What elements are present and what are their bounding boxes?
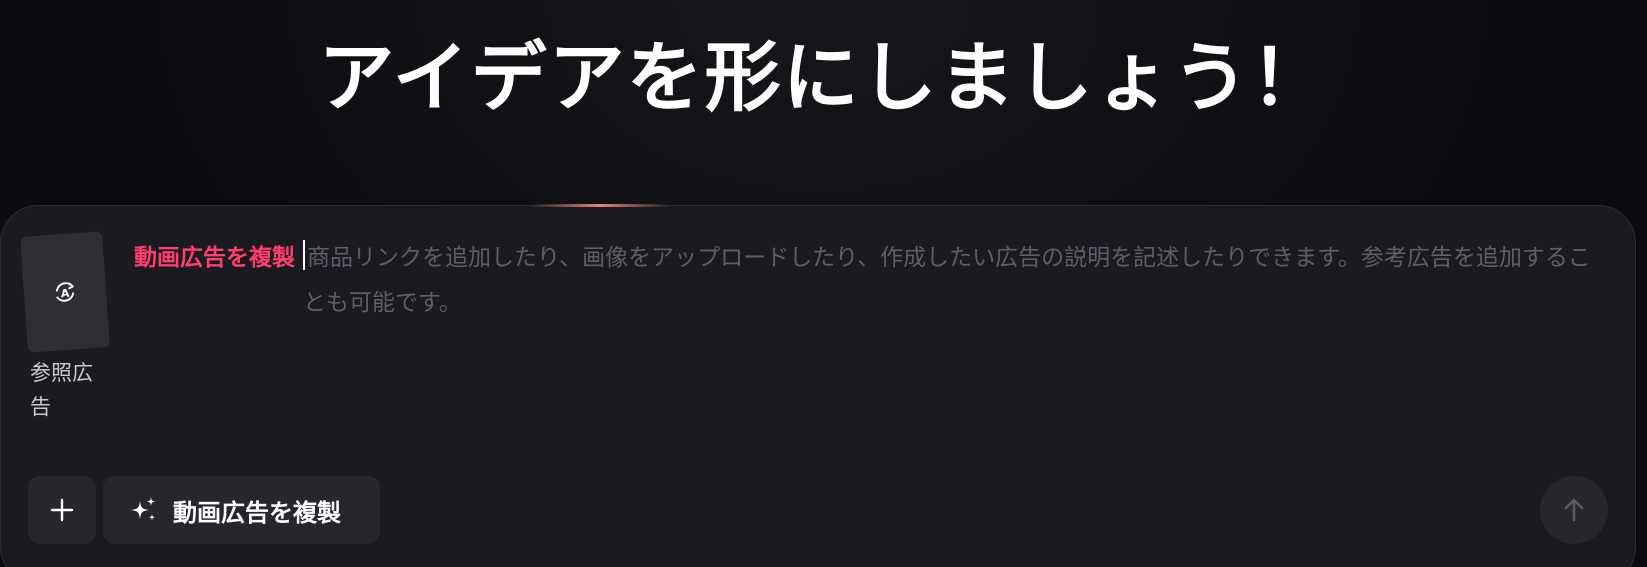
ai-refresh-icon: A xyxy=(55,282,75,302)
plus-icon xyxy=(50,498,74,522)
prompt-input[interactable]: 動画広告を複製 商品リンクを追加したり、画像をアップロードしたり、作成したい広告… xyxy=(134,236,1594,326)
composer-glow xyxy=(530,204,670,207)
page-title: アイデアを形にしましょう！ xyxy=(318,33,1329,122)
prompt-placeholder: 商品リンクを追加したり、画像をアップロードしたり、作成したい広告の説明を記述した… xyxy=(303,245,1591,316)
duplicate-video-ad-label: 動画広告を複製 xyxy=(173,498,341,527)
add-button[interactable] xyxy=(28,476,96,544)
reference-ad-label: 参照広告 xyxy=(30,361,93,419)
prompt-text-area[interactable]: 商品リンクを追加したり、画像をアップロードしたり、作成したい広告の説明を記述した… xyxy=(303,236,1594,326)
arrow-up-icon xyxy=(1564,498,1584,522)
reference-ad-card[interactable]: A xyxy=(20,231,110,353)
text-caret xyxy=(303,240,305,270)
page: アイデアを形にしましょう！ A 参照広告 動画広告を複製 商品リンクを追加したり… xyxy=(0,0,1647,567)
duplicate-video-ad-button[interactable]: 動画広告を複製 xyxy=(103,476,380,544)
mode-tag: 動画広告を複製 xyxy=(134,245,295,271)
svg-text:A: A xyxy=(60,287,70,301)
send-button[interactable] xyxy=(1540,476,1608,544)
sparkle-icon xyxy=(131,497,156,521)
